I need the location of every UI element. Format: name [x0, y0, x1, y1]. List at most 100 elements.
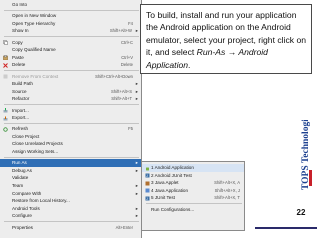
menu-item-label: Debug As — [12, 167, 32, 173]
menu-item-label: Copy — [12, 39, 23, 45]
menu-item-shortcut: Ctrl+V — [121, 54, 133, 60]
menu-item-label: Validate — [12, 175, 29, 181]
menu-item-label: Assign Working Sets... — [12, 149, 59, 155]
menu-item-label: Configure — [12, 213, 32, 219]
chevron-right-icon: ▸ — [135, 81, 138, 87]
submenu-item-2-android-junit-test[interactable]: J2 Android JUnit Test — [142, 172, 244, 180]
chevron-right-icon: ▸ — [135, 28, 138, 34]
menu-item-label: Refresh — [12, 126, 29, 132]
chevron-right-icon: ▸ — [135, 183, 138, 189]
submenu-item-4-java-application[interactable]: 4 Java Application Shift+Alt+X, J — [142, 187, 244, 195]
menu-item-label: Open Type Hierarchy — [12, 20, 56, 26]
project-context-menu: Go Into Open in New Window Open Type Hiera… — [0, 0, 142, 238]
run-as-submenu: 1 Android Application J 2 Android JUnit Te… — [141, 161, 245, 231]
chevron-right-icon: ▸ — [135, 160, 138, 166]
submenu-item-label: Run Configurations... — [151, 206, 195, 212]
menu-item-shortcut: Shift+Ctrl+Alt+Down — [95, 73, 133, 79]
menu-item-label: Paste — [12, 54, 24, 60]
menu-item-android-tools[interactable]: Android Tools ▸ — [0, 205, 141, 213]
menu-item-label: Refactor — [12, 96, 30, 102]
menu-item-go-into[interactable]: Go Into — [0, 1, 141, 9]
menu-item-label: Copy Qualified Name — [12, 47, 56, 53]
menu-item-shortcut: Shift+Alt+S — [111, 88, 132, 94]
menu-item-label: Import... — [12, 107, 29, 113]
logo-red-bar — [309, 170, 312, 186]
menu-item-label: Close Project — [12, 133, 40, 139]
page-number: 22 — [296, 208, 306, 217]
submenu-item-label: 2 Android JUnit Test — [151, 172, 192, 178]
menu-item-open-in-new-window[interactable]: Open in New Window — [0, 12, 141, 20]
menu-item-label: Source — [12, 88, 27, 94]
remove-context-icon — [3, 74, 8, 79]
menu-item-open-type-hierarchy[interactable]: Open Type Hierarchy F4 — [0, 20, 141, 28]
export-icon — [3, 116, 8, 121]
junit-icon: J — [145, 173, 150, 178]
submenu-item-shortcut: Shift+Alt+X, A — [214, 180, 240, 186]
menu-item-close-unrelated-projects[interactable]: Close Unrelated Projects — [0, 140, 141, 148]
chevron-right-icon: ▸ — [135, 213, 138, 219]
menu-item-label: Remove From Context — [12, 73, 59, 79]
menu-item-label: Go Into — [12, 2, 28, 7]
menu-item-close-project[interactable]: Close Project — [0, 133, 141, 141]
menu-item-copy-qualified-name[interactable]: Copy Qualified Name — [0, 46, 141, 54]
paste-icon — [3, 55, 8, 61]
menu-item-show-in[interactable]: Show In Shift+Alt+W ▸ — [0, 27, 141, 35]
menu-item-run-as[interactable]: Run As ▸ — [0, 159, 141, 167]
menu-item-copy[interactable]: Copy Ctrl+C — [0, 39, 141, 47]
junit-icon: J — [145, 196, 150, 201]
menu-item-delete[interactable]: Delete Delete — [0, 61, 141, 69]
menu-item-label: Properties — [12, 224, 33, 230]
menu-item-label: Export... — [12, 115, 30, 121]
menu-item-label: Build Path — [12, 81, 33, 87]
menu-item-restore-from-local-history[interactable]: Restore from Local History... — [0, 197, 141, 205]
menu-item-label: Open in New Window — [12, 13, 57, 19]
menu-item-refresh[interactable]: Refresh F5 — [0, 125, 141, 133]
menu-item-compare-with[interactable]: Compare With ▸ — [0, 190, 141, 198]
submenu-item-label: 4 Java Application — [151, 187, 189, 193]
menu-item-build-path[interactable]: Build Path ▸ — [0, 80, 141, 88]
tops-logo: TOPS Technologies — [288, 111, 316, 190]
tops-logo-graphic: TOPS Technologies — [301, 111, 312, 190]
chevron-right-icon: ▸ — [135, 96, 138, 102]
java-applet-icon — [145, 181, 150, 186]
menu-item-team[interactable]: Team ▸ — [0, 182, 141, 190]
submenu-item-3-java-applet[interactable]: 3 Java Applet Shift+Alt+X, A — [142, 179, 244, 187]
submenu-item-label: 5 JUnit Test — [151, 195, 175, 201]
menu-separator — [4, 36, 139, 38]
submenu-item-5-junit-test[interactable]: J5 JUnit Test Shift+Alt+X, T — [142, 194, 244, 202]
menu-item-label: Team — [12, 183, 24, 189]
footer-rule — [255, 227, 317, 229]
submenu-item-run-configurations[interactable]: Run Configurations... — [142, 206, 244, 214]
menu-item-import[interactable]: Import... — [0, 107, 141, 115]
menu-separator — [4, 156, 139, 158]
menu-separator — [4, 104, 139, 106]
menu-separator — [4, 221, 139, 223]
refresh-icon — [3, 127, 8, 132]
submenu-item-1-android-application[interactable]: 1 Android Application — [142, 164, 244, 172]
submenu-item-label: 1 Android Application — [151, 165, 194, 170]
menu-item-configure[interactable]: Configure ▸ — [0, 212, 141, 220]
import-icon — [3, 108, 8, 113]
menu-item-paste[interactable]: Paste Ctrl+V — [0, 54, 141, 62]
copy-icon — [3, 40, 8, 45]
menu-separator — [4, 122, 139, 124]
submenu-item-shortcut: Shift+Alt+X, T — [214, 195, 240, 201]
menu-separator — [4, 9, 139, 11]
menu-item-label: Run As — [12, 160, 27, 166]
svg-text:J: J — [146, 197, 148, 201]
menu-item-export[interactable]: Export... — [0, 114, 141, 122]
chevron-right-icon: ▸ — [135, 167, 138, 173]
delete-icon — [3, 63, 8, 68]
menu-item-assign-working-sets[interactable]: Assign Working Sets... — [0, 148, 141, 156]
menu-item-shortcut: F4 — [128, 20, 133, 26]
menu-item-debug-as[interactable]: Debug As ▸ — [0, 167, 141, 175]
menu-item-shortcut: Ctrl+C — [121, 39, 133, 45]
menu-item-label: Compare With — [12, 190, 42, 196]
menu-item-validate[interactable]: Validate — [0, 174, 141, 182]
menu-item-refactor[interactable]: Refactor Shift+Alt+T ▸ — [0, 95, 141, 103]
menu-item-properties[interactable]: Properties Alt+Enter — [0, 224, 141, 232]
menu-item-label: Close Unrelated Projects — [12, 141, 63, 147]
android-icon — [145, 166, 150, 171]
menu-item-source[interactable]: Source Shift+Alt+S ▸ — [0, 88, 141, 96]
menu-item-label: Restore from Local History... — [12, 198, 70, 204]
